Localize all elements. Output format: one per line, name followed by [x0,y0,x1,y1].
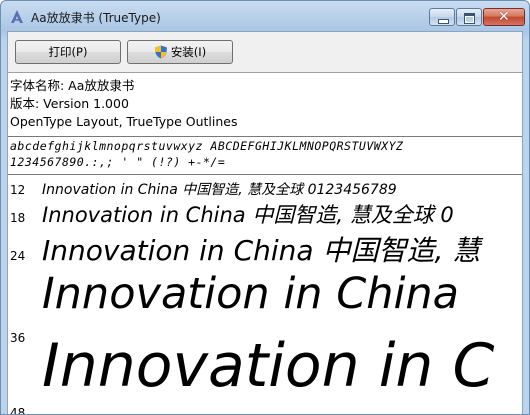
font-viewer-window: Aa放放隶书 (TrueType) ✕ 打印(P) 安装(I) 字体名称: Aa… [0,0,530,415]
font-type-line: OpenType Layout, TrueType Outlines [10,114,238,129]
sample-size-label: 12 [10,183,26,197]
minimize-icon [438,19,449,24]
uac-shield-icon [154,45,167,59]
font-preview-pane[interactable]: 字体名称: Aa放放隶书 版本: Version 1.000 OpenType … [8,72,522,414]
font-info: 字体名称: Aa放放隶书 版本: Version 1.000 OpenType … [10,77,237,131]
separator [8,174,522,175]
minimize-button[interactable] [429,8,455,26]
install-button[interactable]: 安装(I) [127,40,233,64]
sample-text: Innovation in China 中国智造, 慧及全球 0 [42,203,454,227]
maximize-button[interactable] [456,8,482,26]
sample-text: Innovation in C [42,331,495,401]
print-button[interactable]: 打印(P) [15,40,121,64]
font-name-line: 字体名称: Aa放放隶书 [10,78,135,93]
title-bar[interactable]: Aa放放隶书 (TrueType) ✕ [1,1,529,31]
charset-digits: 1234567890.:,; ' " (!?) +-*/= [10,155,226,169]
window-title: Aa放放隶书 (TrueType) [31,11,161,25]
sample-size-label: 24 [10,249,26,263]
caption-buttons: ✕ [428,8,525,28]
sample-size-label: 36 [10,331,26,345]
font-app-icon [11,10,23,23]
separator [8,136,522,137]
font-version-line: 版本: Version 1.000 [10,96,129,111]
sample-size-label: 48 [10,406,26,414]
install-button-label: 安装(I) [170,45,207,59]
sample-size-label: 18 [10,211,26,225]
print-button-label: 打印(P) [48,45,88,59]
charset-letters: abcdefghijklmnopqrstuvwxyz ABCDEFGHIJKLM… [10,139,404,153]
sample-text: Innovation in China [42,269,460,319]
sample-text: Innovation in China 中国智造, 慧 [42,234,481,267]
client-area: 打印(P) 安装(I) 字体名称: Aa放放隶书 版本: Version 1.0… [7,31,523,414]
sample-text: Innovation in China 中国智造, 慧及全球 012345678… [42,182,397,198]
maximize-icon [464,13,475,24]
toolbar: 打印(P) 安装(I) [8,32,522,72]
close-button[interactable]: ✕ [483,8,525,26]
close-icon: ✕ [498,9,510,25]
